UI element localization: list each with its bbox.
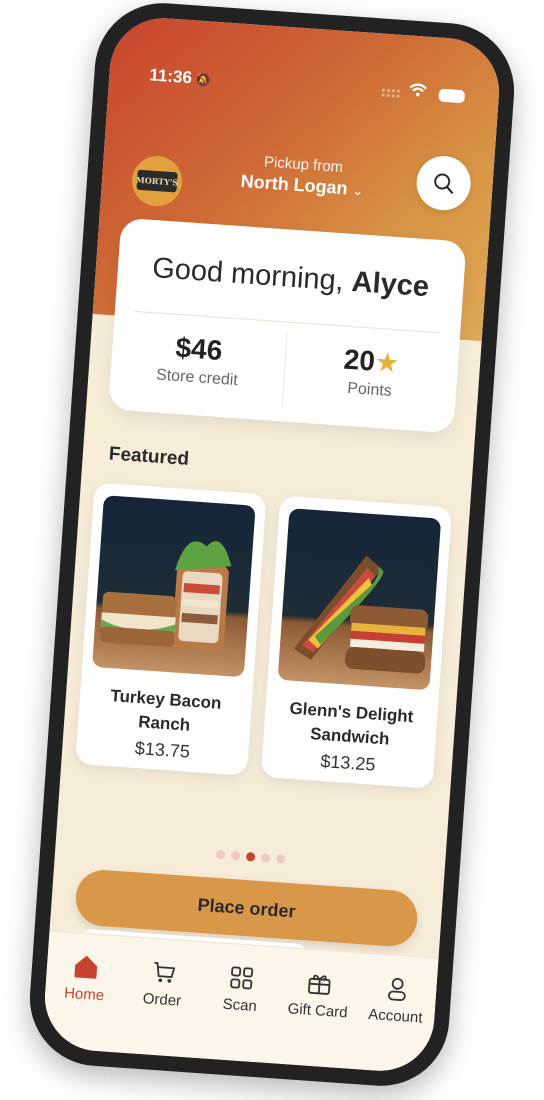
sandwich-photo [92,495,256,678]
tab-account[interactable]: Account [356,973,437,1027]
tab-order[interactable]: Order [122,957,203,1011]
stage: 11:36 🔕 MORTY'S Pickup from North Logan ⌄ [0,0,544,1100]
carousel-dot[interactable] [215,849,226,860]
bell-slash-icon: 🔕 [194,71,212,88]
cart-icon [154,961,176,983]
star-icon: ★ [373,346,401,379]
chevron-down-icon: ⌄ [351,182,364,199]
points-stat[interactable]: 20★ Points [283,340,459,406]
tab-account-label: Account [367,1005,424,1027]
carousel-dot[interactable] [230,850,241,861]
tab-home[interactable]: Home [45,951,126,1005]
tab-bar: Home Order Scan Gift Card Account [41,930,439,1075]
battery-icon [438,88,466,104]
greeting-text: Good morning, Alyce [117,250,464,307]
tab-scan-label: Scan [222,995,258,1016]
product-card[interactable]: Glenn's Delight Sandwich $13.25 [260,495,453,789]
user-icon [387,977,406,1001]
wifi-icon [408,82,427,102]
product-card[interactable]: Turkey Bacon Ranch $13.75 [75,482,267,776]
qr-code-icon [230,966,254,990]
logo-text: MORTY'S [136,169,178,193]
gift-icon [308,974,331,995]
carousel-dot[interactable] [275,854,285,864]
phone-frame: 11:36 🔕 MORTY'S Pickup from North Logan ⌄ [25,0,519,1091]
tab-order-label: Order [142,990,182,1010]
carousel-dot[interactable] [260,852,270,863]
greeting-prefix: Good morning, [151,252,345,298]
signal-icon [380,87,402,99]
card-divider [134,310,441,334]
status-time: 11:36 🔕 [148,65,212,88]
product-name: Glenn's Delight Sandwich [288,698,414,749]
tab-scan[interactable]: Scan [200,962,281,1016]
featured-heading: Featured [108,443,190,470]
home-icon [74,956,98,979]
sandwich-photo [277,508,442,691]
product-name: Turkey Bacon Ranch [109,686,223,735]
search-icon [434,173,454,194]
points-value: 20 [342,343,377,377]
tab-gift-card-label: Gift Card [287,1000,349,1022]
tab-home-label: Home [63,984,105,1005]
greeting-name: Alyce [350,265,431,304]
greeting-card: Good morning, Alyce $46 Store credit 20★… [108,217,467,434]
carousel-dot[interactable] [245,851,255,862]
app-screen: 11:36 🔕 MORTY'S Pickup from North Logan ⌄ [41,14,503,1075]
store-credit-stat[interactable]: $46 Store credit [110,327,286,393]
tab-gift-card[interactable]: Gift Card [278,968,359,1022]
